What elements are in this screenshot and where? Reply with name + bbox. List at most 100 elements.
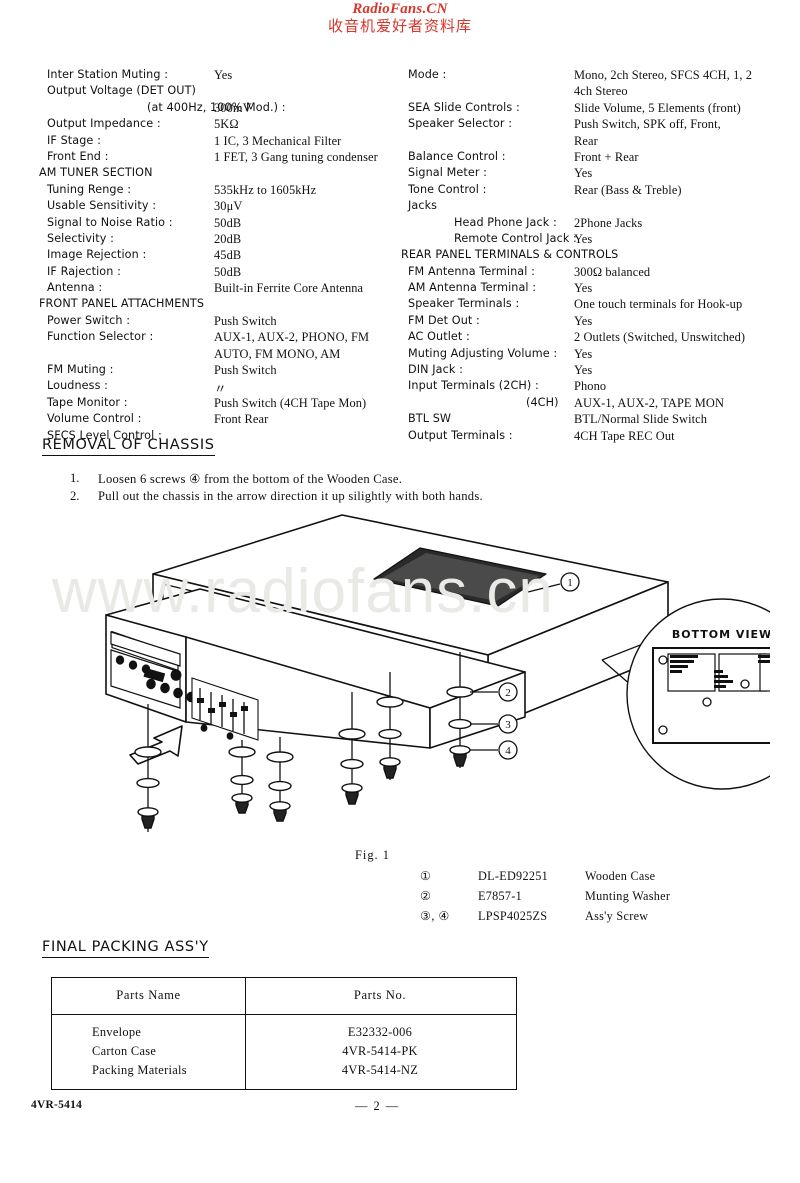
spec-value: BTL/Normal Slide Switch — [574, 412, 708, 427]
spec-label: Tone Control : — [408, 182, 487, 196]
packing-table-body: Envelope Carton Case Packing Materials E32… — [52, 1015, 516, 1089]
legend-part-number: LPSP4025ZS — [478, 909, 548, 923]
spec-label: FM Antenna Terminal : — [408, 264, 535, 278]
spec-row: (at 400Hz, 100% Mod.) :300mV — [47, 101, 417, 117]
figure-chassis-removal: www.radiofans.cn 1 2 3 4 BOTTOM VIEW — [52, 512, 800, 842]
spec-value: Built-in Ferrite Core Antenna — [214, 281, 364, 296]
spec-value: Yes — [574, 281, 593, 296]
spec-row: Selectivity : 20dB — [47, 232, 417, 248]
spec-row: Tape Monitor : Push Switch (4CH Tape Mon) — [47, 396, 417, 412]
spec-row: Inter Station Muting : Yes — [47, 68, 417, 84]
spec-row: Function Selector : AUX-1, AUX-2, PHONO, … — [47, 330, 417, 346]
specs-left-column: Inter Station Muting : Yes Output Voltage … — [39, 68, 417, 445]
spec-value: AUTO, FM MONO, AM — [214, 346, 341, 361]
legend-part-name: Wooden Case — [585, 869, 656, 883]
figure-caption: Fig. 1 — [355, 848, 390, 862]
spec-value: 2 Outlets (Switched, Unswitched) — [574, 330, 746, 345]
spec-value: 30μV — [214, 199, 243, 214]
spec-label: Speaker Terminals : — [408, 297, 520, 311]
watermark-site-name: RadioFans.CN — [352, 1, 448, 17]
spec-label: AC Outlet : — [408, 330, 470, 344]
packing-table-header: Parts Name Parts No. — [52, 978, 516, 1015]
watermark-site-name-cn: 收音机爱好者资料库 — [327, 16, 472, 35]
step-number: 2. — [70, 489, 80, 503]
spec-row: DIN Jack : Yes — [408, 363, 800, 379]
spec-value: 50dB — [214, 215, 242, 230]
spec-row: Remote Control Jack : Yes — [408, 232, 800, 248]
spec-value: Push Switch, SPK off, Front, — [574, 117, 721, 132]
table-cell-part-name: Packing Materials — [92, 1063, 187, 1077]
spec-label: Jacks — [408, 199, 438, 213]
spec-label: Tuning Renge : — [47, 182, 132, 196]
spec-row: Output Impedance : 5KΩ — [47, 117, 417, 133]
callout-1: 1 — [567, 577, 573, 589]
spec-row: FRONT PANEL ATTACHMENTS — [39, 297, 417, 313]
legend-row: ② E7857-1 Munting Washer — [420, 889, 750, 909]
spec-label: Output Voltage (DET OUT) — [47, 84, 196, 98]
legend-callout-mark: ① — [420, 869, 432, 883]
section-heading-removal-of-chassis: REMOVAL OF CHASSIS — [42, 437, 215, 456]
spec-value: 20dB — [214, 231, 242, 246]
step-text: Loosen 6 screws ④ from the bottom of the… — [98, 472, 403, 486]
spec-row: Muting Adjusting Volume : Yes — [408, 347, 800, 363]
spec-value: Rear (Bass & Treble) — [574, 182, 682, 197]
spec-row: Jacks — [408, 199, 800, 215]
spec-label: Signal to Noise Ratio : — [47, 215, 173, 229]
spec-section-heading: AM TUNER SECTION — [39, 166, 153, 180]
table-cell-part-name: Envelope — [92, 1025, 142, 1039]
legend-row: ① DL-ED92251 Wooden Case — [420, 869, 750, 889]
footer-page-number: — 2 — — [355, 1099, 400, 1113]
spec-label: Front End : — [47, 149, 109, 163]
spec-label: Tape Monitor : — [47, 395, 128, 409]
spec-value: AUX-1, AUX-2, PHONO, FM — [214, 330, 370, 345]
spec-row: Rear — [408, 134, 800, 150]
spec-row: 4ch Stereo — [408, 84, 800, 100]
spec-row: (4CH) AUX-1, AUX-2, TAPE MON — [408, 396, 800, 412]
spec-section-heading: FRONT PANEL ATTACHMENTS — [39, 297, 205, 311]
spec-value: 〃 — [214, 382, 227, 397]
spec-label: Signal Meter : — [408, 166, 488, 180]
spec-row: Head Phone Jack : 2Phone Jacks — [408, 216, 800, 232]
spec-row: Tone Control : Rear (Bass & Treble) — [408, 183, 800, 199]
spec-value: 4ch Stereo — [574, 84, 628, 99]
spec-row: Input Terminals (2CH) : Phono — [408, 379, 800, 395]
spec-row: Mode : Mono, 2ch Stereo, SFCS 4CH, 1, 2 — [408, 68, 800, 84]
spec-row: Speaker Terminals : One touch terminals f… — [408, 297, 800, 313]
removal-step: 2. Pull out the chassis in the arrow dire… — [70, 489, 690, 507]
spec-label: AM Antenna Terminal : — [408, 281, 537, 295]
spec-label: Input Terminals (2CH) : — [408, 379, 539, 393]
specs-right-column: Mode : Mono, 2ch Stereo, SFCS 4CH, 1, 2 4c… — [401, 68, 800, 445]
spec-row: Output Voltage (DET OUT) — [47, 84, 417, 100]
spec-label: Balance Control : — [408, 149, 506, 163]
callout-3: 3 — [505, 719, 511, 731]
spec-value: Rear — [574, 133, 598, 148]
legend-row: ③, ④ LPSP4025ZS Ass'y Screw — [420, 909, 750, 929]
page-footer: 4VR-5414 — 2 — — [0, 1099, 800, 1119]
table-cell-part-number: 4VR-5414-PK — [342, 1044, 418, 1058]
legend-part-name: Munting Washer — [585, 889, 671, 903]
spec-label: DIN Jack : — [408, 363, 463, 377]
spec-label: Mode : — [408, 68, 447, 81]
spec-row: Output Terminals : 4CH Tape REC Out — [408, 429, 800, 445]
spec-row: BTL SW BTL/Normal Slide Switch — [408, 412, 800, 428]
table-cell-part-name: Carton Case — [92, 1044, 157, 1058]
spec-row: Speaker Selector : Push Switch, SPK off, … — [408, 117, 800, 133]
spec-value: Yes — [574, 231, 593, 246]
spec-label: Head Phone Jack : — [454, 215, 557, 229]
spec-value: Slide Volume, 5 Elements (front) — [574, 100, 741, 115]
spec-row: Signal Meter : Yes — [408, 166, 800, 182]
table-cell-part-number: 4VR-5414-NZ — [341, 1063, 419, 1077]
spec-label: BTL SW — [408, 412, 452, 426]
spec-row: AC Outlet : 2 Outlets (Switched, Unswitch… — [408, 330, 800, 346]
spec-label: Antenna : — [47, 281, 103, 295]
spec-row: Tuning Renge : 535kHz to 1605kHz — [47, 183, 417, 199]
legend-callout-mark: ③, ④ — [420, 909, 450, 923]
callout-2: 2 — [505, 687, 511, 699]
spec-value: 1 IC, 3 Mechanical Filter — [214, 133, 342, 148]
spec-value: 1 FET, 3 Gang tuning condenser — [214, 149, 378, 164]
manual-page: RadioFans.CN 收音机爱好者资料库 Inter Station Mut… — [0, 0, 800, 1183]
legend-part-name: Ass'y Screw — [585, 909, 649, 923]
bottom-view-label: BOTTOM VIEW — [672, 628, 770, 641]
spec-value: 2Phone Jacks — [574, 215, 643, 230]
spec-label: Output Impedance : — [47, 117, 161, 131]
